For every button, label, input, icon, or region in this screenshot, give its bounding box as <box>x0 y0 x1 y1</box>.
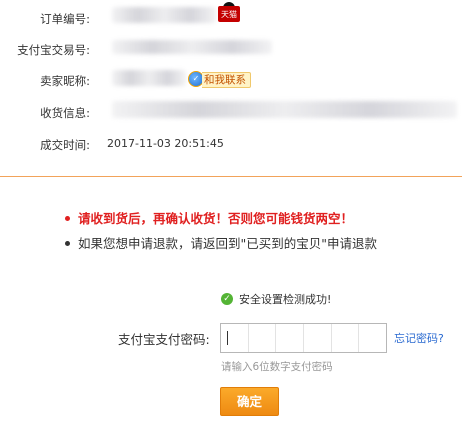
payment-password-label: 支付宝支付密码: <box>118 332 210 347</box>
transaction-time-label: 成交时间: <box>40 138 90 152</box>
alipay-trade-number-value-blurred <box>112 40 272 54</box>
password-digit-cell[interactable] <box>276 324 305 352</box>
shipping-info-label: 收货信息: <box>40 106 90 120</box>
check-circle-icon: ✓ <box>221 293 233 305</box>
payment-password-input[interactable] <box>220 323 387 353</box>
shipping-info-value-blurred <box>112 101 457 118</box>
transaction-time-value: 2017-11-03 20:51:45 <box>107 137 224 150</box>
refund-bullet <box>65 241 70 246</box>
seller-nickname-label: 卖家昵称: <box>40 74 90 88</box>
password-digit-cell[interactable] <box>304 324 332 352</box>
security-check-status: 安全设置检测成功! <box>239 293 332 306</box>
contact-seller-link[interactable]: 和我联系 <box>202 72 251 88</box>
warning-bullet <box>65 216 70 221</box>
order-number-value-blurred <box>112 7 216 23</box>
password-digit-cell[interactable] <box>249 324 277 352</box>
password-hint: 请输入6位数字支付密码 <box>221 361 333 373</box>
section-divider <box>0 176 462 177</box>
confirm-button[interactable]: 确定 <box>220 387 279 416</box>
alipay-trade-number-label: 支付宝交易号: <box>17 43 90 57</box>
password-digit-cell[interactable] <box>359 324 386 352</box>
seller-nickname-value-blurred <box>112 70 186 86</box>
password-digit-cell[interactable] <box>332 324 360 352</box>
order-number-label: 订单编号: <box>40 12 90 26</box>
password-digit-cell[interactable] <box>221 324 249 352</box>
refund-instruction-text: 如果您想申请退款，请返回到"已买到的宝贝"申请退款 <box>78 236 378 251</box>
forgot-password-link[interactable]: 忘记密码? <box>394 330 444 346</box>
tmall-icon: 天猫 <box>218 6 240 22</box>
receipt-warning-text: 请收到货后，再确认收货！否则您可能钱货两空！ <box>78 211 354 226</box>
